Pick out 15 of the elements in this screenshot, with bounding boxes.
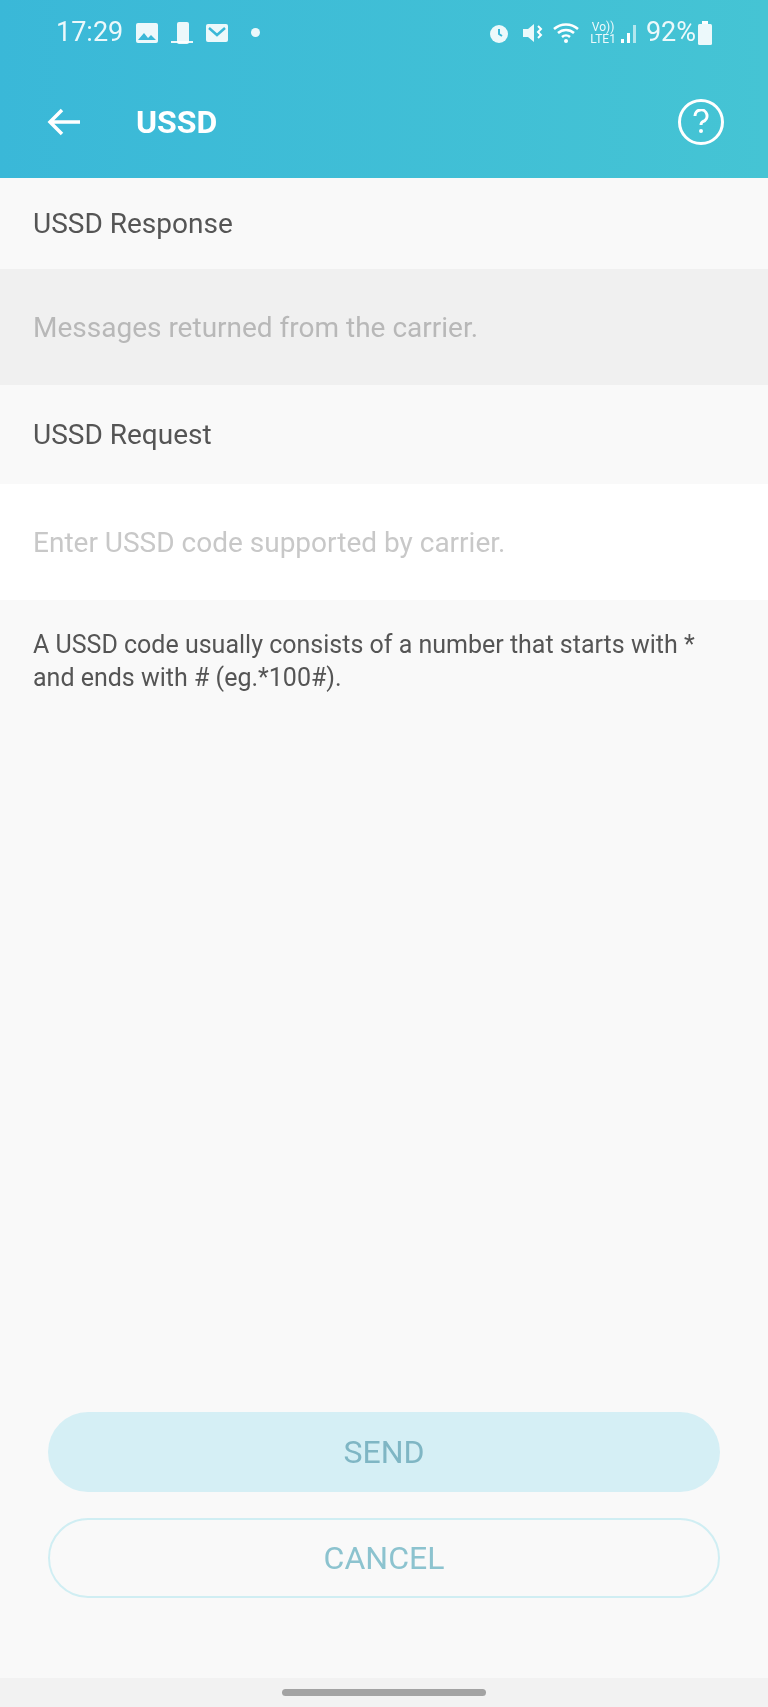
gallery-icon [135, 21, 160, 44]
help-text: A USSD code usually consists of a number that starts with * and ends with # (eg.*100#). [32, 629, 696, 694]
help-button[interactable] [678, 98, 724, 145]
response-field[interactable]: Messages returned from the carrier. [0, 269, 768, 385]
mail-icon [205, 22, 230, 43]
back-arrow-icon [46, 106, 82, 137]
battery-level: 92% [645, 15, 696, 51]
page-title: USSD [136, 101, 218, 143]
clock: 17:29 [56, 15, 124, 51]
phone-icon [169, 20, 196, 45]
volte-label: Vo)) [591, 20, 615, 33]
battery-icon [698, 20, 712, 45]
request-label: USSD Request [33, 416, 212, 453]
response-label: USSD Response [33, 205, 233, 242]
question-icon [693, 108, 709, 135]
